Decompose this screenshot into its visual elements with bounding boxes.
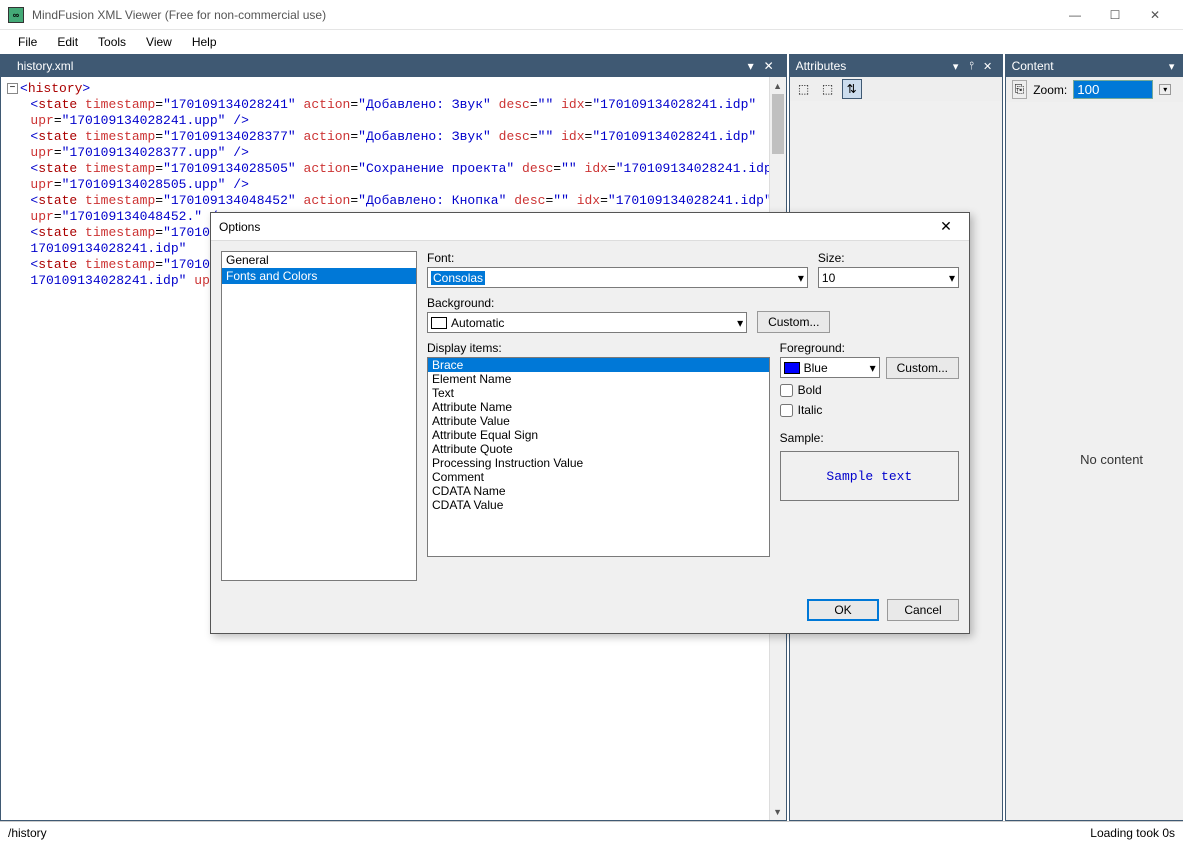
panel-pin-icon[interactable]: ⫯ (964, 60, 980, 73)
tab-dropdown-icon[interactable]: ▾ (742, 59, 760, 73)
titlebar: ∞ MindFusion XML Viewer (Free for non-co… (0, 0, 1183, 30)
content-panel: Content ▾ ⫯ ✕ ⎘ Zoom: ▾ No content (1005, 54, 1183, 821)
dialog-body: General Fonts and Colors Font: Consolas … (211, 241, 969, 591)
no-content-label: No content (1006, 452, 1183, 467)
scroll-up-icon[interactable]: ▲ (770, 77, 786, 94)
display-item[interactable]: Attribute Value (428, 414, 769, 428)
sample-label: Sample: (780, 431, 959, 445)
font-label: Font: (427, 251, 808, 265)
bg-swatch (431, 317, 447, 329)
display-item[interactable]: CDATA Name (428, 484, 769, 498)
dialog-header[interactable]: Options ✕ (211, 213, 969, 241)
category-list[interactable]: General Fonts and Colors (221, 251, 417, 581)
maximize-button[interactable]: ☐ (1095, 1, 1135, 29)
document-header: history.xml ▾ ✕ (1, 55, 786, 77)
display-item[interactable]: Attribute Equal Sign (428, 428, 769, 442)
font-value: Consolas (431, 271, 485, 285)
minimize-button[interactable]: — (1055, 1, 1095, 29)
attr-tool-2-icon[interactable]: ⬚ (818, 79, 838, 99)
content-header: Content ▾ ⫯ ✕ (1006, 55, 1183, 77)
ok-button[interactable]: OK (807, 599, 879, 621)
category-fonts-colors[interactable]: Fonts and Colors (222, 268, 416, 284)
window-title: MindFusion XML Viewer (Free for non-comm… (32, 8, 1055, 22)
background-combo[interactable]: Automatic ▾ (427, 312, 747, 333)
foreground-value: Blue (804, 361, 828, 375)
content-toolbar: ⎘ Zoom: ▾ (1006, 77, 1183, 102)
menu-help[interactable]: Help (182, 32, 227, 52)
chevron-down-icon: ▾ (870, 361, 876, 375)
document-tab[interactable]: history.xml (9, 57, 742, 75)
display-items-list[interactable]: BraceElement NameTextAttribute NameAttri… (427, 357, 770, 557)
status-path: /history (8, 826, 1090, 840)
menubar: File Edit Tools View Help (0, 30, 1183, 54)
foreground-combo[interactable]: Blue ▾ (780, 357, 880, 378)
italic-checkbox[interactable]: Italic (780, 403, 959, 417)
background-label: Background: (427, 296, 747, 310)
display-item[interactable]: Attribute Name (428, 400, 769, 414)
size-combo[interactable]: 10 ▾ (818, 267, 959, 288)
options-dialog: Options ✕ General Fonts and Colors Font:… (210, 212, 970, 634)
display-item[interactable]: CDATA Value (428, 498, 769, 512)
fg-custom-button[interactable]: Custom... (886, 357, 959, 379)
menu-edit[interactable]: Edit (47, 32, 88, 52)
font-combo[interactable]: Consolas ▾ (427, 267, 808, 288)
italic-check-input[interactable] (780, 404, 793, 417)
attr-sort-icon[interactable]: ⇅ (842, 79, 862, 99)
dialog-title: Options (219, 220, 931, 234)
bold-check-input[interactable] (780, 384, 793, 397)
cancel-button[interactable]: Cancel (887, 599, 959, 621)
display-item[interactable]: Attribute Quote (428, 442, 769, 456)
attributes-toolbar: ⬚ ⬚ ⇅ (790, 77, 1002, 101)
chevron-down-icon: ▾ (737, 316, 743, 330)
size-value: 10 (822, 271, 835, 285)
status-loading: Loading took 0s (1090, 826, 1175, 840)
scroll-down-icon[interactable]: ▼ (770, 803, 786, 820)
size-label: Size: (818, 251, 959, 265)
bold-checkbox[interactable]: Bold (780, 383, 959, 397)
close-button[interactable]: ✕ (1135, 1, 1175, 29)
zoom-input[interactable] (1073, 80, 1153, 99)
panel-menu-icon[interactable]: ▾ (948, 60, 964, 73)
display-items-label: Display items: (427, 341, 770, 355)
bg-custom-button[interactable]: Custom... (757, 311, 830, 333)
menu-file[interactable]: File (8, 32, 47, 52)
display-item[interactable]: Text (428, 386, 769, 400)
zoom-label: Zoom: (1033, 83, 1067, 97)
zoom-dropdown-icon[interactable]: ▾ (1159, 84, 1171, 95)
panel-menu-icon[interactable]: ▾ (1164, 60, 1180, 73)
tab-close-icon[interactable]: ✕ (760, 59, 778, 73)
display-item[interactable]: Element Name (428, 372, 769, 386)
foreground-label: Foreground: (780, 341, 959, 355)
background-value: Automatic (451, 316, 504, 330)
attributes-title: Attributes (796, 59, 948, 73)
dialog-form: Font: Consolas ▾ Size: 10 ▾ Backgroun (427, 251, 959, 581)
content-title: Content (1012, 59, 1164, 73)
chevron-down-icon: ▾ (949, 271, 955, 285)
sample-box: Sample text (780, 451, 959, 501)
fg-swatch (784, 362, 800, 374)
dialog-footer: OK Cancel (211, 591, 969, 633)
scroll-thumb[interactable] (772, 94, 784, 154)
status-bar: /history Loading took 0s (0, 821, 1183, 843)
chevron-down-icon: ▾ (798, 271, 804, 285)
dialog-close-icon[interactable]: ✕ (931, 218, 961, 235)
display-item[interactable]: Processing Instruction Value (428, 456, 769, 470)
panel-pin-icon[interactable]: ⫯ (1180, 60, 1183, 73)
display-item[interactable]: Brace (428, 358, 769, 372)
attr-tool-1-icon[interactable]: ⬚ (794, 79, 814, 99)
menu-tools[interactable]: Tools (88, 32, 136, 52)
app-icon: ∞ (8, 7, 24, 23)
menu-view[interactable]: View (136, 32, 182, 52)
display-item[interactable]: Comment (428, 470, 769, 484)
sample-text: Sample text (826, 469, 912, 484)
attributes-header: Attributes ▾ ⫯ ✕ (790, 55, 1002, 77)
category-general[interactable]: General (222, 252, 416, 268)
panel-close-icon[interactable]: ✕ (980, 60, 996, 73)
copy-icon[interactable]: ⎘ (1012, 80, 1028, 99)
content-body: No content (1006, 102, 1183, 820)
